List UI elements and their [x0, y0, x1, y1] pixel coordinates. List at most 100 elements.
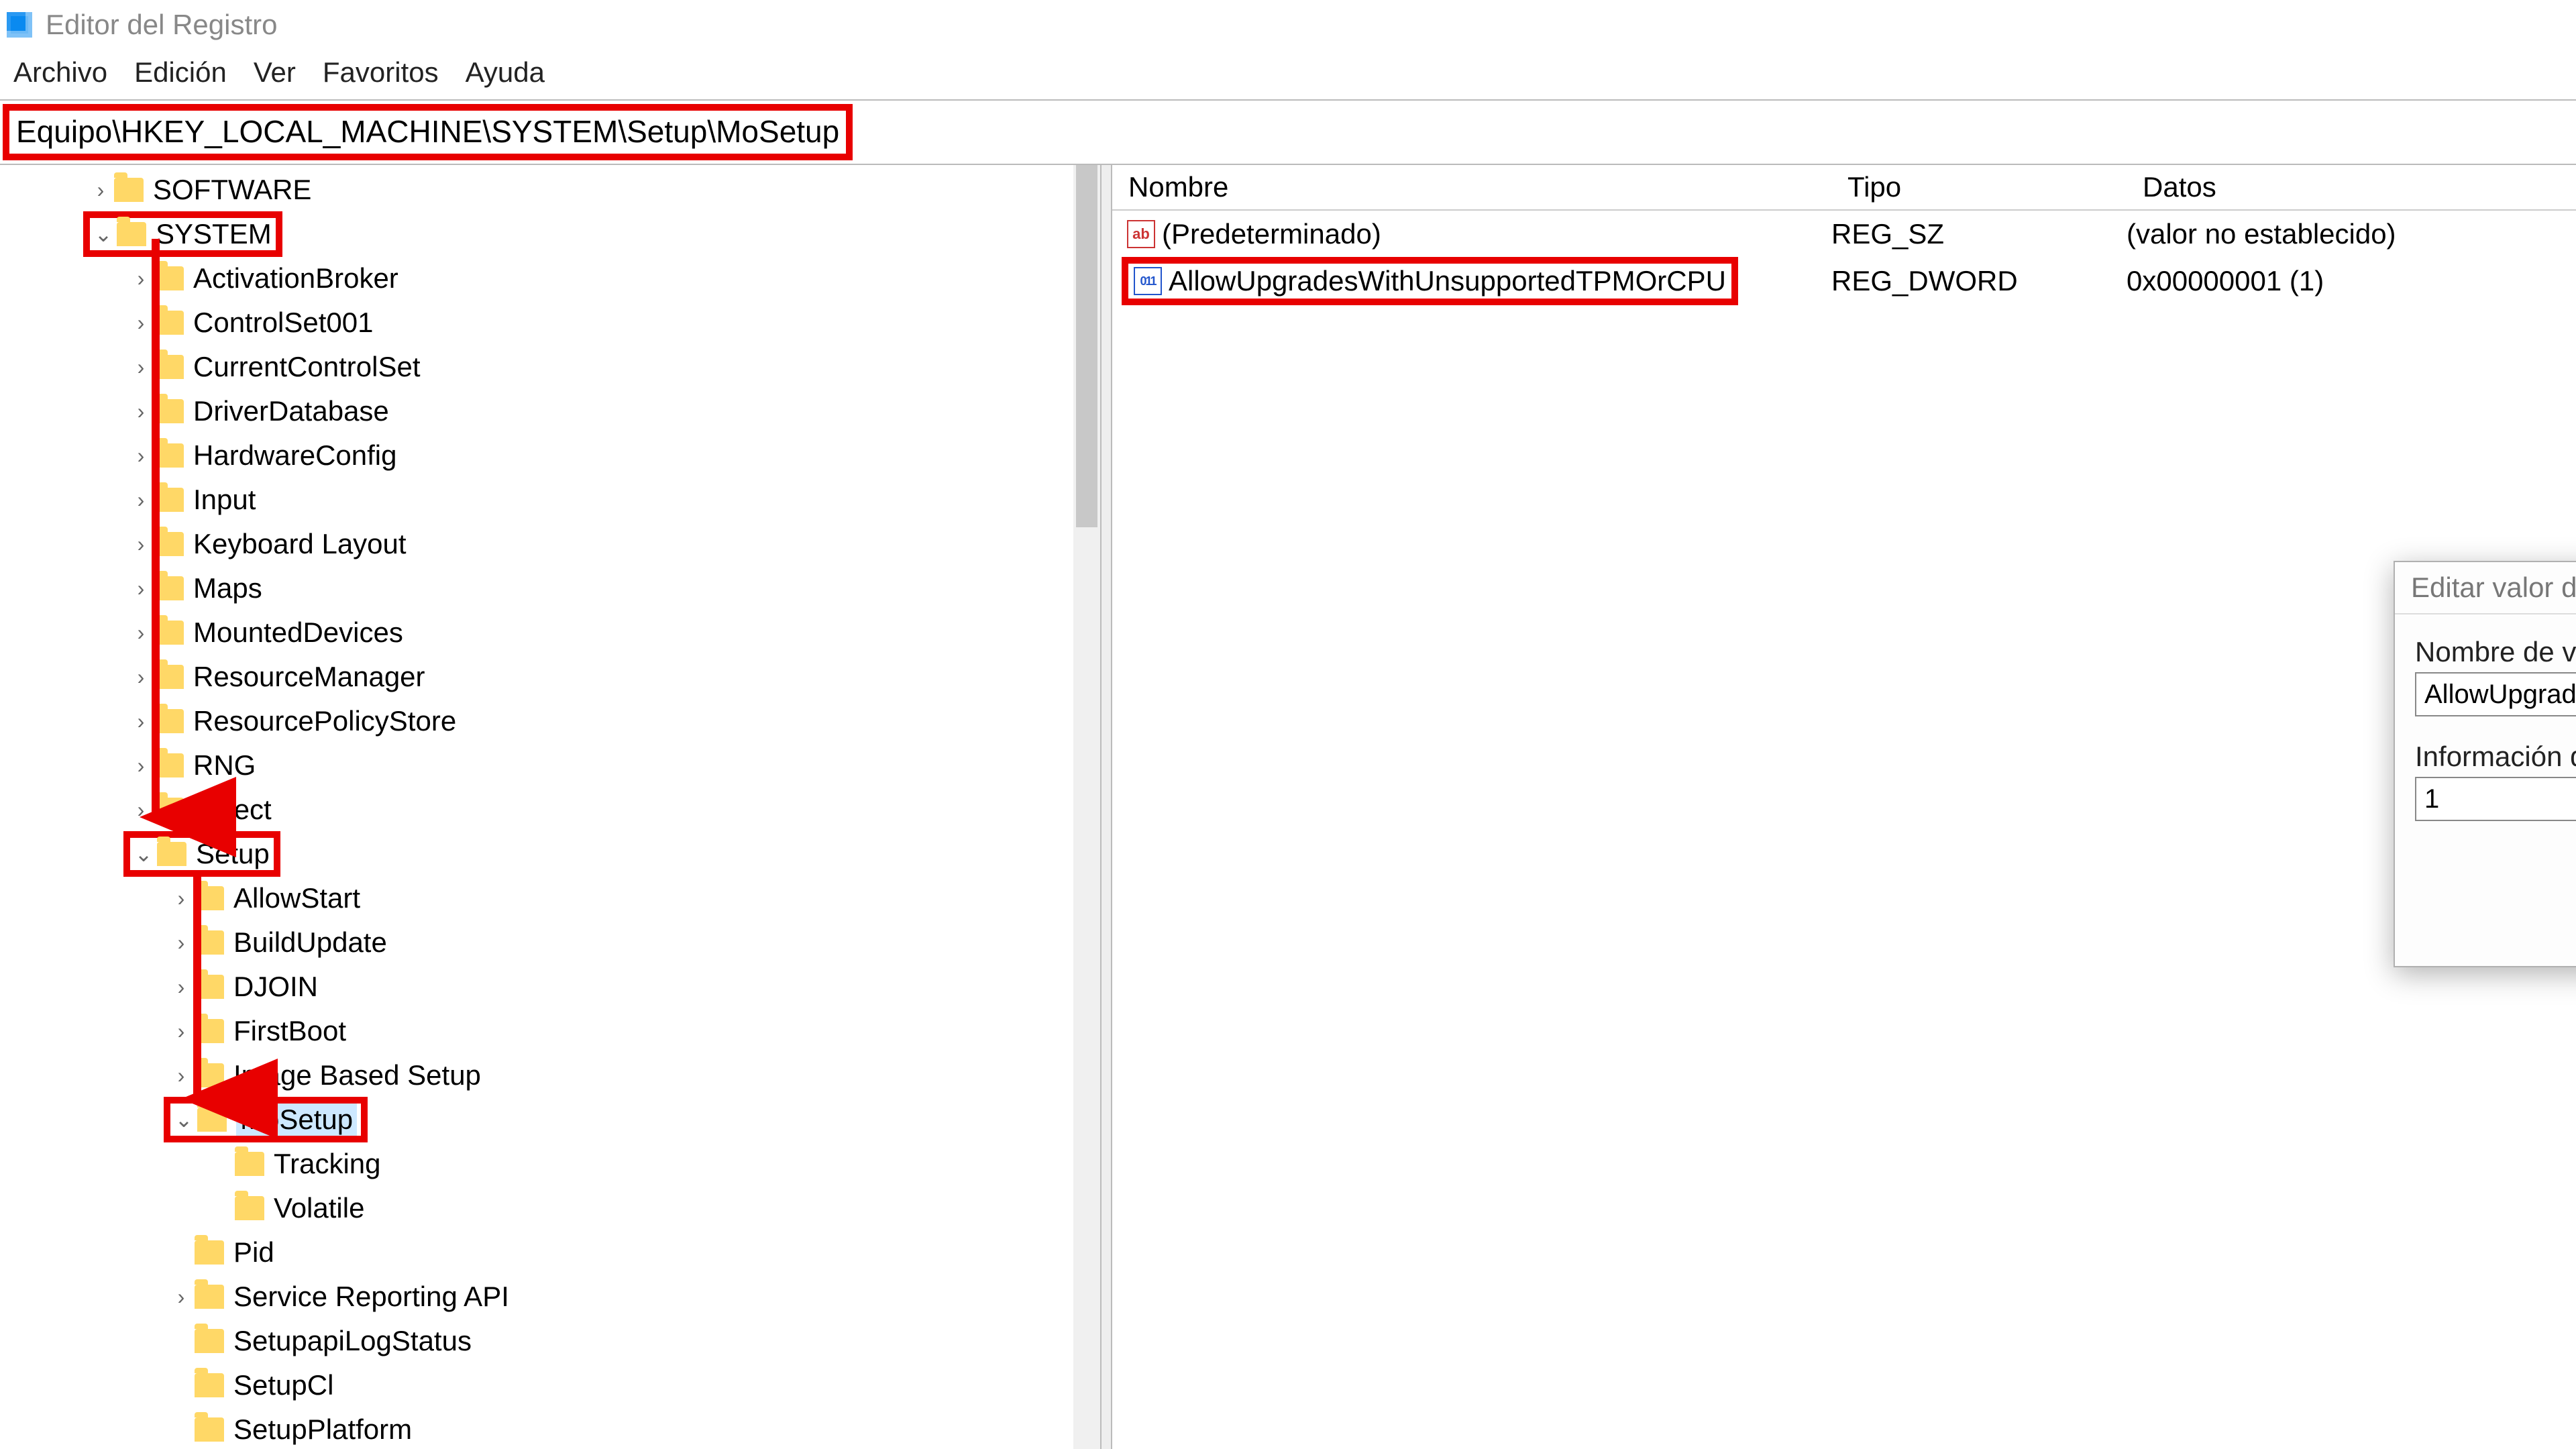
- tree-item[interactable]: › FirstBoot: [0, 1009, 1100, 1053]
- tree-item[interactable]: ›Image Based Setup: [0, 1053, 1100, 1097]
- chevron-right-icon[interactable]: ›: [127, 621, 154, 645]
- chevron-right-icon[interactable]: ›: [168, 930, 195, 955]
- col-header-data[interactable]: Datos: [2143, 171, 2576, 203]
- value-data: (valor no establecido): [2127, 218, 2576, 250]
- tree-item[interactable]: ·SetupapiLogStatus: [0, 1319, 1100, 1363]
- tree-item[interactable]: ›ActivationBroker: [0, 256, 1100, 301]
- chevron-right-icon[interactable]: ›: [127, 399, 154, 424]
- col-header-name[interactable]: Nombre: [1112, 171, 1847, 203]
- tree-item-label: HardwareConfig: [193, 439, 396, 472]
- tree-item-system[interactable]: ⌄ SYSTEM: [0, 212, 1100, 256]
- chevron-right-icon[interactable]: ›: [87, 178, 114, 203]
- tree-item[interactable]: ·SetupPlatform: [0, 1407, 1100, 1449]
- chevron-right-icon[interactable]: ›: [127, 798, 154, 822]
- chevron-right-icon[interactable]: ›: [127, 709, 154, 734]
- tree-item-setup[interactable]: ⌄Setup: [0, 832, 1100, 876]
- tree-item-label: Tracking: [274, 1148, 381, 1180]
- tree-item-label: AllowStart: [233, 882, 360, 914]
- chevron-right-icon[interactable]: ›: [168, 1019, 195, 1044]
- folder-icon: [195, 1285, 224, 1309]
- chevron-right-icon[interactable]: ›: [127, 266, 154, 291]
- tree-item[interactable]: ·SetupCl: [0, 1363, 1100, 1407]
- folder-icon: [197, 1108, 227, 1132]
- tree-item[interactable]: ›DriverDatabase: [0, 389, 1100, 433]
- folder-icon: [195, 1019, 224, 1043]
- chevron-right-icon[interactable]: ›: [127, 488, 154, 513]
- menu-help[interactable]: Ayuda: [466, 56, 545, 89]
- address-bar[interactable]: Equipo\HKEY_LOCAL_MACHINE\SYSTEM\Setup\M…: [3, 104, 853, 160]
- menu-edit[interactable]: Edición: [134, 56, 227, 89]
- tree-item[interactable]: · Tracking: [0, 1142, 1100, 1186]
- folder-icon: [195, 930, 224, 955]
- tree-twist-none: ·: [168, 1417, 195, 1442]
- tree-item-label: SYSTEM: [156, 218, 272, 250]
- tree-scrollbar[interactable]: ▴: [1073, 165, 1100, 1449]
- value-data: 0x00000001 (1): [2127, 265, 2576, 297]
- tree-item-label: FirstBoot: [233, 1015, 346, 1047]
- value-data-input[interactable]: [2415, 777, 2576, 821]
- tree-item-mosetup[interactable]: ⌄MoSetup: [0, 1097, 1100, 1142]
- tree-item-label: ControlSet001: [193, 307, 374, 339]
- dialog-title: Editar valor de DWORD (32 bits): [2411, 572, 2576, 604]
- menu-view[interactable]: Ver: [254, 56, 296, 89]
- tree-item[interactable]: › ResourcePolicyStore: [0, 699, 1100, 743]
- value-row[interactable]: ab(Predeterminado)REG_SZ(valor no establ…: [1112, 211, 2576, 258]
- window-title: Editor del Registro: [46, 9, 278, 41]
- chevron-right-icon[interactable]: ›: [127, 665, 154, 690]
- tree-item[interactable]: ›Input: [0, 478, 1100, 522]
- tree-item[interactable]: ›Maps: [0, 566, 1100, 610]
- chevron-right-icon[interactable]: ›: [127, 753, 154, 778]
- chevron-right-icon[interactable]: ›: [168, 886, 195, 911]
- tree-item[interactable]: ›DJOIN: [0, 965, 1100, 1009]
- tree-item[interactable]: › AllowStart: [0, 876, 1100, 920]
- value-row[interactable]: 011AllowUpgradesWithUnsupportedTPMOrCPUR…: [1112, 258, 2576, 305]
- tree-twist-none: ·: [208, 1196, 235, 1221]
- value-name: (Predeterminado): [1162, 218, 1381, 250]
- chevron-right-icon[interactable]: ›: [168, 1063, 195, 1088]
- tree-item[interactable]: › RNG: [0, 743, 1100, 788]
- chevron-down-icon[interactable]: ⌄: [130, 841, 157, 867]
- tree-item[interactable]: ›ResourceManager: [0, 655, 1100, 699]
- tree-item[interactable]: · Volatile: [0, 1186, 1100, 1230]
- tree-item-label: Volatile: [274, 1192, 364, 1224]
- chevron-down-icon[interactable]: ⌄: [90, 221, 117, 247]
- tree-item-label: RNG: [193, 749, 256, 782]
- tree-item[interactable]: › ControlSet001: [0, 301, 1100, 345]
- tree-item[interactable]: ·Pid: [0, 1230, 1100, 1275]
- dialog-titlebar[interactable]: Editar valor de DWORD (32 bits) ×: [2395, 562, 2576, 614]
- tree-twist-none: ·: [208, 1152, 235, 1177]
- chevron-right-icon[interactable]: ›: [127, 355, 154, 380]
- folder-icon: [154, 798, 184, 822]
- tree-item[interactable]: ›Service Reporting API: [0, 1275, 1100, 1319]
- scroll-thumb[interactable]: [1076, 165, 1097, 527]
- chevron-right-icon[interactable]: ›: [168, 975, 195, 1000]
- tree-twist-none: ·: [168, 1329, 195, 1354]
- tree-item[interactable]: ›Keyboard Layout: [0, 522, 1100, 566]
- value-name-input[interactable]: [2415, 672, 2576, 716]
- tree-item-label: ResourcePolicyStore: [193, 705, 456, 737]
- folder-icon: [235, 1196, 264, 1220]
- tree-item-software[interactable]: ›SOFTWARE: [0, 168, 1100, 212]
- tree-item[interactable]: ›BuildUpdate: [0, 920, 1100, 965]
- tree-item[interactable]: ›MountedDevices: [0, 610, 1100, 655]
- tree-item[interactable]: ›Select: [0, 788, 1100, 832]
- chevron-right-icon[interactable]: ›: [127, 443, 154, 468]
- string-value-icon: ab: [1127, 220, 1155, 248]
- folder-icon: [154, 532, 184, 556]
- chevron-right-icon[interactable]: ›: [127, 532, 154, 557]
- col-header-type[interactable]: Tipo: [1847, 171, 2143, 203]
- chevron-right-icon[interactable]: ›: [168, 1285, 195, 1309]
- tree-item[interactable]: › HardwareConfig: [0, 433, 1100, 478]
- chevron-right-icon[interactable]: ›: [127, 311, 154, 335]
- value-type: REG_DWORD: [1831, 265, 2127, 297]
- chevron-down-icon[interactable]: ⌄: [170, 1107, 197, 1132]
- tree-item[interactable]: ›CurrentControlSet: [0, 345, 1100, 389]
- edit-dword-dialog: Editar valor de DWORD (32 bits) × Nombre…: [2394, 561, 2576, 967]
- chevron-right-icon[interactable]: ›: [127, 576, 154, 601]
- menu-file[interactable]: Archivo: [13, 56, 107, 89]
- dword-value-icon: 011: [1134, 267, 1162, 295]
- folder-icon: [154, 753, 184, 777]
- pane-splitter[interactable]: [1100, 165, 1112, 1449]
- folder-icon: [195, 1240, 224, 1265]
- menu-favorites[interactable]: Favoritos: [323, 56, 439, 89]
